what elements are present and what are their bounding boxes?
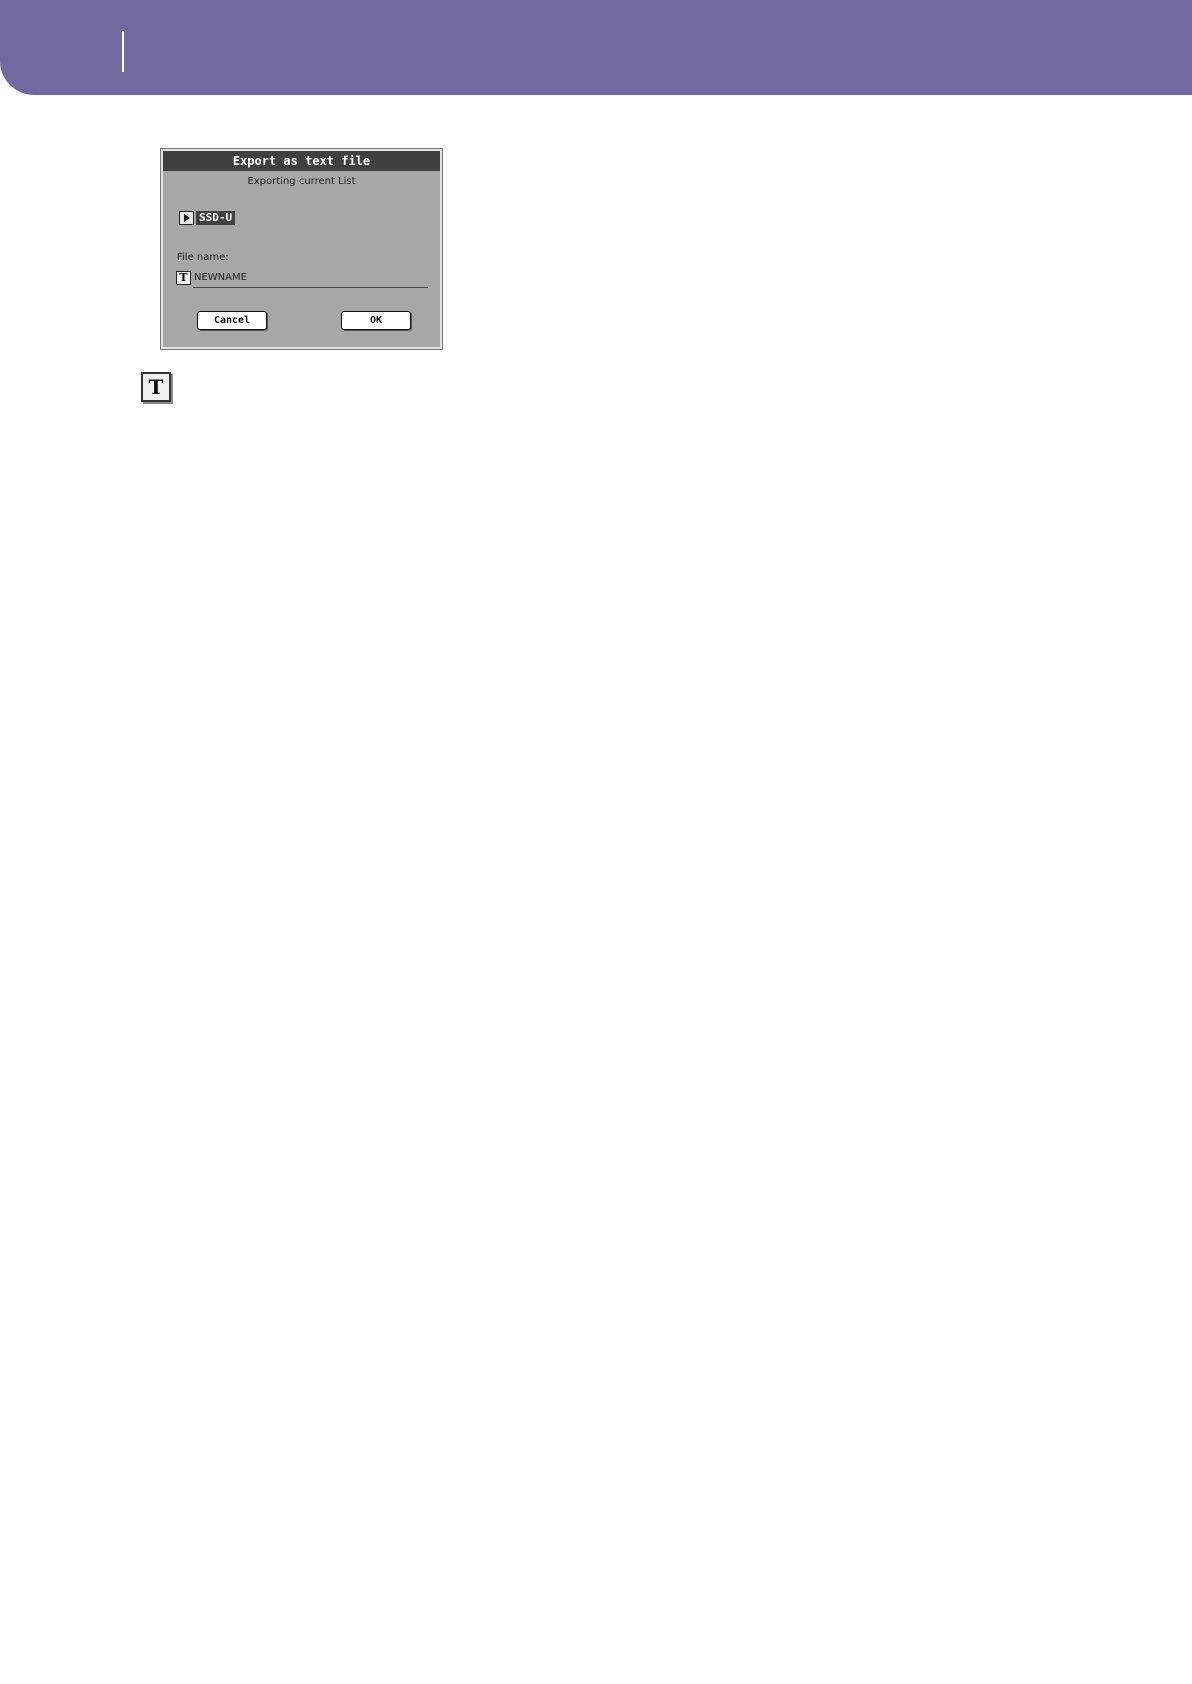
header-divider [122, 31, 124, 72]
dialog-subtitle: Exporting current List [247, 176, 356, 187]
text-edit-icon[interactable]: T [176, 271, 191, 285]
cancel-button[interactable]: Cancel [197, 311, 267, 330]
ok-button[interactable]: OK [341, 311, 411, 330]
text-edit-icon-large: T [141, 372, 171, 402]
file-name-underline [193, 287, 428, 288]
file-name-label: File name: [177, 252, 229, 263]
device-select-arrow-icon[interactable] [179, 211, 194, 225]
file-name-field[interactable]: NEWNAME [194, 272, 247, 283]
device-select-label[interactable]: SSD-U [196, 211, 236, 225]
page-header-band [0, 0, 1192, 95]
dialog-title: Export as text file [163, 151, 440, 171]
export-text-file-dialog: Export as text file Exporting current Li… [160, 148, 443, 350]
